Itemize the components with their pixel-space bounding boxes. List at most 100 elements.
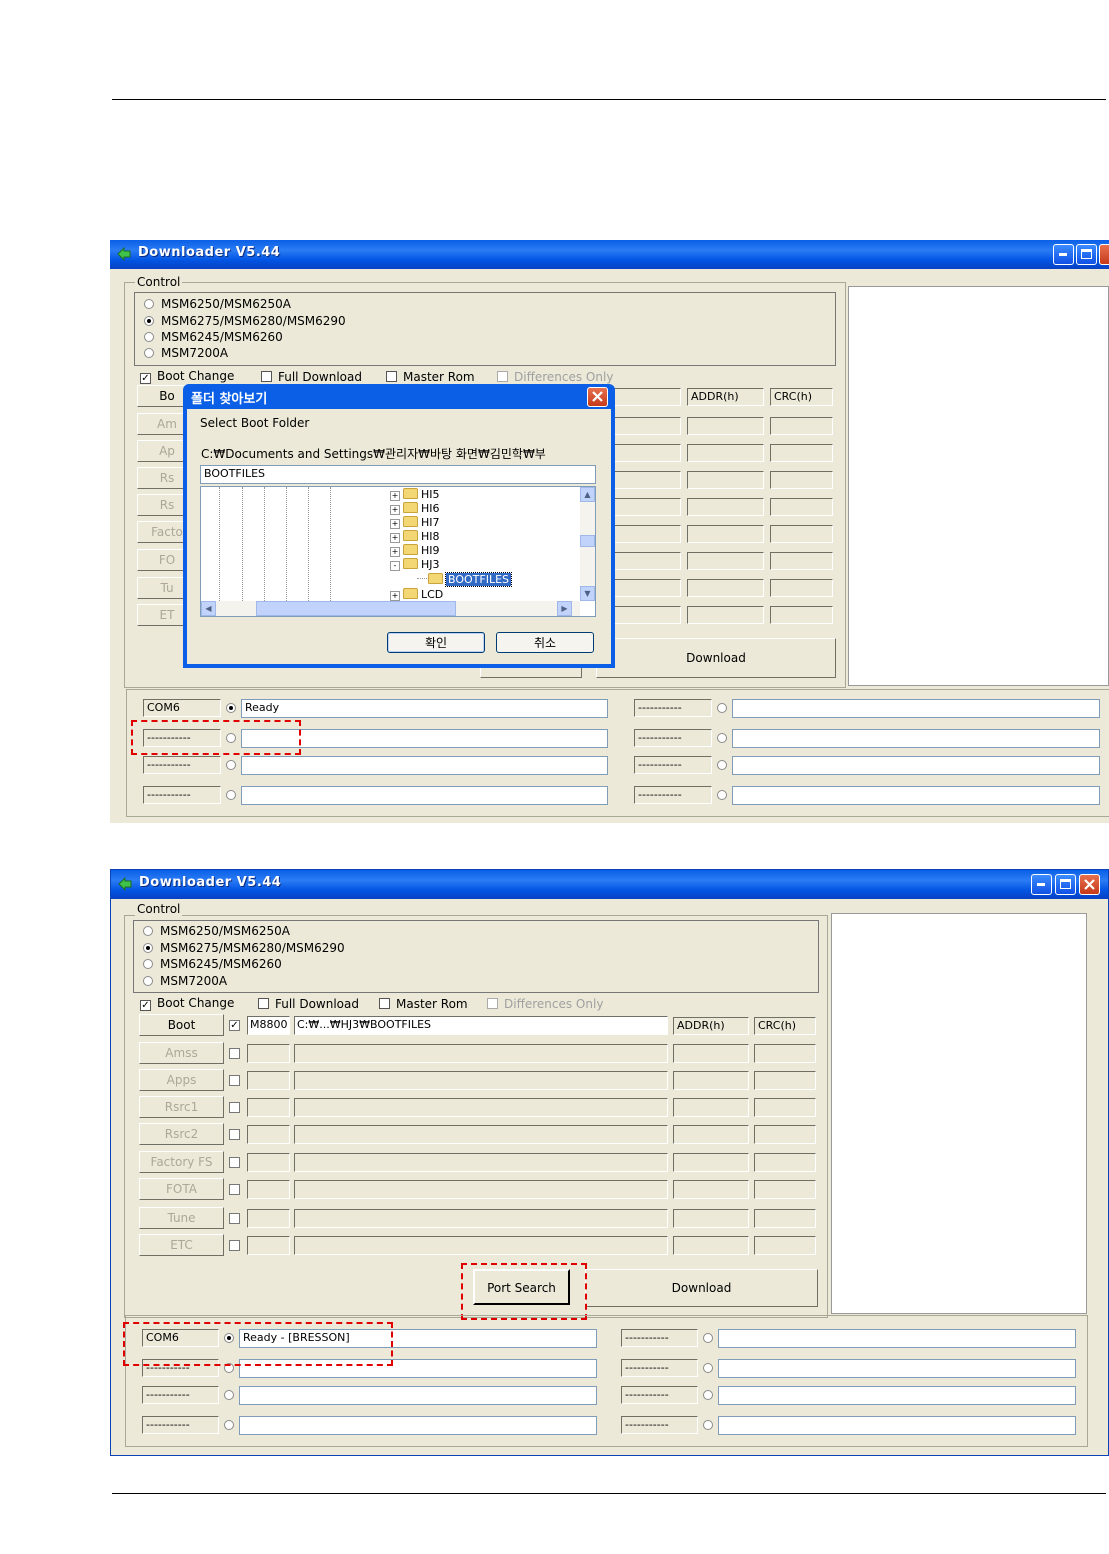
- collapse-icon[interactable]: -: [390, 561, 400, 571]
- folder-name-input[interactable]: BOOTFILES: [200, 465, 596, 484]
- differences-only-checkbox: Differences Only: [497, 370, 613, 384]
- control-legend: Control: [135, 902, 183, 916]
- horizontal-scrollbar[interactable]: ◀ ▶: [201, 601, 580, 616]
- port-radio[interactable]: [703, 1363, 713, 1373]
- full-download-checkbox[interactable]: Full Download: [261, 370, 362, 384]
- scroll-up-icon[interactable]: ▲: [580, 487, 595, 502]
- chipset-radio-2[interactable]: MSM6275/MSM6280/MSM6290: [143, 941, 345, 955]
- row-checkbox[interactable]: [229, 1184, 240, 1195]
- boot-button[interactable]: Boot: [139, 1014, 224, 1036]
- tree-node-hi6[interactable]: + HI6: [390, 502, 440, 515]
- addr-field: [687, 552, 764, 570]
- expand-icon[interactable]: +: [390, 533, 400, 543]
- chipset-radio-4[interactable]: MSM7200A: [143, 974, 227, 988]
- chipset-radio-1[interactable]: MSM6250/MSM6250A: [143, 924, 290, 938]
- folder-tree[interactable]: + HI5 + HI6 + HI7 + HI8 + HI9 - HJ3 BOOTFILES …: [200, 486, 596, 617]
- row-checkbox[interactable]: [229, 1213, 240, 1224]
- port-status: [241, 786, 608, 805]
- path-field: [294, 1125, 668, 1144]
- close-button[interactable]: [1079, 874, 1100, 895]
- chipset-radio-3[interactable]: MSM6245/MSM6260: [143, 957, 282, 971]
- scroll-thumb[interactable]: [580, 535, 595, 547]
- tree-node-hi7[interactable]: + HI7: [390, 516, 440, 529]
- addr-field: [687, 417, 764, 435]
- row-checkbox[interactable]: [229, 1048, 240, 1059]
- close-button[interactable]: [1099, 244, 1109, 265]
- checkbox-icon: [261, 371, 272, 382]
- control-legend: Control: [135, 275, 183, 289]
- expand-icon[interactable]: +: [390, 591, 400, 601]
- expand-icon[interactable]: +: [390, 505, 400, 515]
- path-field: [613, 388, 681, 406]
- checkbox-icon: [258, 998, 269, 1009]
- addr-field: [673, 1236, 749, 1255]
- title-bar[interactable]: Downloader V5.44: [110, 240, 1109, 269]
- port-radio[interactable]: [226, 790, 236, 800]
- addr-field: [687, 525, 764, 543]
- port-label: -----------: [621, 1359, 698, 1377]
- minimize-button[interactable]: [1031, 874, 1052, 895]
- path-field: [294, 1180, 668, 1199]
- master-rom-checkbox[interactable]: Master Rom: [379, 997, 468, 1011]
- dialog-close-button[interactable]: [587, 387, 608, 407]
- port-radio[interactable]: [717, 790, 727, 800]
- tree-node-lcd[interactable]: + LCD: [390, 588, 443, 601]
- port-radio[interactable]: [703, 1390, 713, 1400]
- chipset-radio-2[interactable]: MSM6275/MSM6280/MSM6290: [144, 314, 346, 328]
- scroll-down-icon[interactable]: ▼: [580, 586, 595, 601]
- maximize-button[interactable]: [1076, 244, 1097, 265]
- tree-node-hi8[interactable]: + HI8: [390, 530, 440, 543]
- port-radio[interactable]: [226, 760, 236, 770]
- port-radio[interactable]: [717, 760, 727, 770]
- row-checkbox[interactable]: [229, 1075, 240, 1086]
- expand-icon[interactable]: +: [390, 547, 400, 557]
- maximize-button[interactable]: [1055, 874, 1076, 895]
- chipset-radio-4[interactable]: MSM7200A: [144, 346, 228, 360]
- scroll-left-icon[interactable]: ◀: [201, 601, 216, 616]
- download-button[interactable]: Download: [596, 638, 836, 678]
- crc-field: [770, 444, 833, 462]
- tree-node-hj3[interactable]: - HJ3: [390, 558, 440, 571]
- port-status: [241, 756, 608, 775]
- expand-icon[interactable]: +: [390, 519, 400, 529]
- port-radio[interactable]: [224, 1420, 234, 1430]
- scroll-right-icon[interactable]: ▶: [557, 601, 572, 616]
- row-checkbox[interactable]: [229, 1129, 240, 1140]
- open-folder-icon: [403, 558, 418, 569]
- full-download-checkbox[interactable]: Full Download: [258, 997, 359, 1011]
- addr-field: [673, 1044, 749, 1063]
- expand-icon[interactable]: +: [390, 491, 400, 501]
- crc-field: [754, 1180, 816, 1199]
- scroll-thumb[interactable]: [256, 601, 456, 616]
- ok-button[interactable]: 확인: [387, 632, 485, 653]
- downloader-window-bottom: Downloader V5.44 Control MSM6250/MSM6250…: [110, 869, 1109, 1456]
- tree-node-hi9[interactable]: + HI9: [390, 544, 440, 557]
- row-checkbox[interactable]: [229, 1102, 240, 1113]
- folder-icon: [403, 488, 418, 499]
- tree-node-hi5[interactable]: + HI5: [390, 488, 440, 501]
- minimize-button[interactable]: [1053, 244, 1074, 265]
- port-radio[interactable]: [717, 703, 727, 713]
- port-radio[interactable]: [703, 1420, 713, 1430]
- row-checkbox[interactable]: [229, 1240, 240, 1251]
- port-radio[interactable]: [226, 703, 236, 713]
- tree-guide-lines: [219, 487, 332, 601]
- boot-change-checkbox[interactable]: ✓ Boot Change: [140, 369, 234, 384]
- master-rom-checkbox[interactable]: Master Rom: [386, 370, 475, 384]
- vertical-scrollbar[interactable]: ▲ ▼: [580, 487, 595, 601]
- download-button[interactable]: Download: [585, 1269, 818, 1307]
- crc-field: [770, 498, 833, 516]
- crc-field: [770, 552, 833, 570]
- boot-row-checkbox[interactable]: ✓: [229, 1020, 240, 1031]
- title-bar[interactable]: Downloader V5.44: [111, 870, 1108, 899]
- tree-node-bootfiles[interactable]: BOOTFILES: [417, 572, 513, 587]
- log-panel: [831, 913, 1087, 1314]
- port-radio[interactable]: [717, 733, 727, 743]
- chipset-radio-1[interactable]: MSM6250/MSM6250A: [144, 297, 291, 311]
- row-checkbox[interactable]: [229, 1157, 240, 1168]
- port-radio[interactable]: [703, 1333, 713, 1343]
- cancel-button[interactable]: 취소: [496, 632, 594, 653]
- port-radio[interactable]: [224, 1390, 234, 1400]
- boot-change-checkbox[interactable]: ✓ Boot Change: [140, 996, 234, 1011]
- chipset-radio-3[interactable]: MSM6245/MSM6260: [144, 330, 283, 344]
